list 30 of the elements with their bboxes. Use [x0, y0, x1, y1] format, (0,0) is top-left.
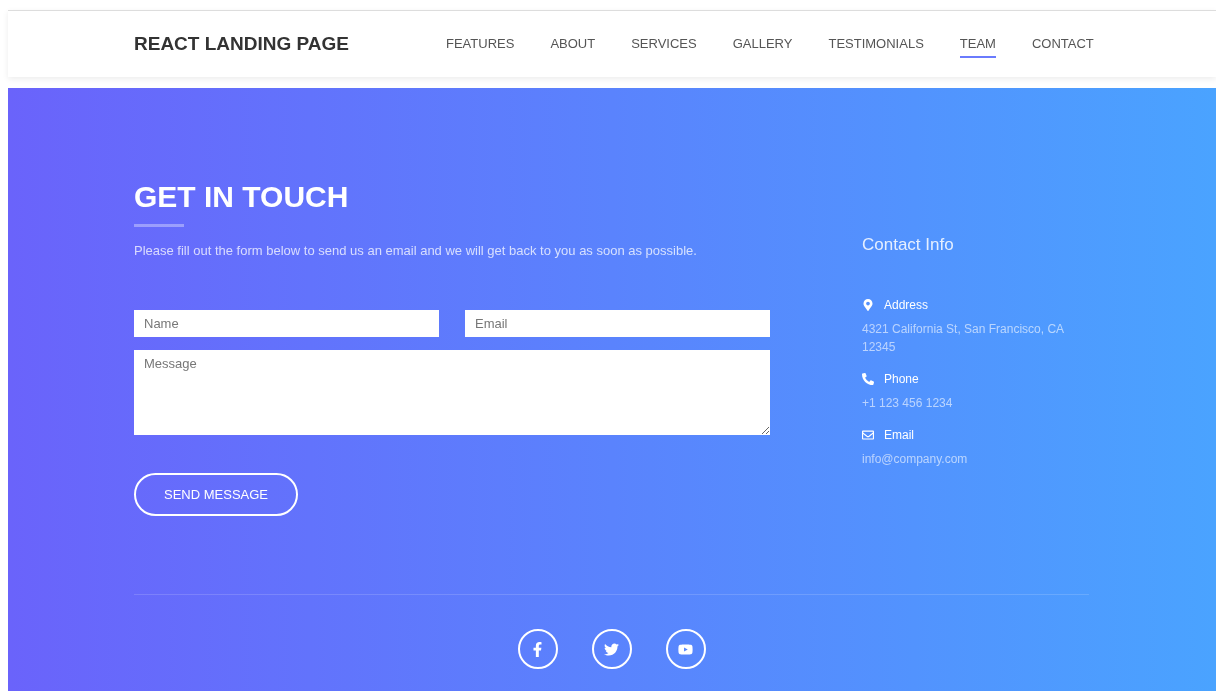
- info-value: 4321 California St, San Francisco, CA 12345: [862, 321, 1065, 356]
- info-value: info@company.com: [862, 451, 969, 468]
- phone-icon: [862, 373, 874, 385]
- info-label: Phone: [884, 372, 919, 386]
- nav-link[interactable]: CONTACT: [1031, 30, 1094, 58]
- title-underline: [134, 224, 184, 227]
- info-label: Address: [884, 298, 929, 312]
- intro-text: Please fill out the form below to send us an email and we will get back to you as soon as possible.: [134, 243, 698, 258]
- info-value: +1 123 456 1234: [862, 395, 954, 412]
- nav-link[interactable]: ABOUT: [550, 30, 596, 58]
- twitter-icon: [604, 641, 619, 657]
- message-field[interactable]: Message: [134, 350, 770, 435]
- nav-link[interactable]: TESTIMONIALS: [828, 30, 924, 58]
- twitter-link[interactable]: [591, 629, 632, 669]
- nav-link[interactable]: GALLERY: [732, 30, 793, 58]
- nav-link[interactable]: SERVICES: [631, 30, 697, 58]
- envelope-icon: [862, 429, 874, 441]
- contact-info-title: Contact Info: [862, 235, 955, 255]
- nav-link[interactable]: FEATURES: [446, 30, 515, 58]
- info-label: Email: [884, 428, 914, 442]
- section-title: GET IN TOUCH: [134, 180, 350, 214]
- nav-link[interactable]: TEAM: [959, 30, 996, 58]
- send-message-button[interactable]: SEND MESSAGE: [134, 473, 299, 516]
- brand-logo[interactable]: REACT LANDING PAGE: [134, 33, 446, 55]
- youtube-link[interactable]: [665, 629, 706, 669]
- facebook-link[interactable]: [517, 629, 558, 669]
- facebook-icon: [530, 641, 545, 657]
- email-field[interactable]: Email: [465, 310, 770, 337]
- map-pin-icon: [862, 299, 874, 311]
- name-field[interactable]: Name: [134, 310, 439, 337]
